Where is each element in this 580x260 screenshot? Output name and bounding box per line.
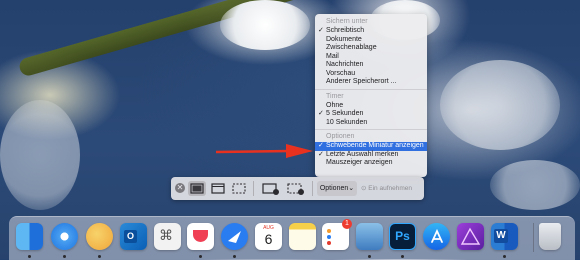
notification-badge: 1 bbox=[342, 219, 352, 229]
capture-entire-screen-button[interactable] bbox=[188, 181, 206, 196]
dock: O ⌘ AUG 6 1 Ps W bbox=[9, 216, 575, 260]
capture-selection-button[interactable] bbox=[230, 181, 248, 196]
running-indicator bbox=[368, 255, 371, 258]
record-selection-icon bbox=[287, 183, 304, 195]
menu-item-remember-selection[interactable]: ✓ Letzte Auswahl merken bbox=[315, 151, 427, 160]
menu-item-dokumente[interactable]: Dokumente bbox=[315, 36, 427, 45]
toolbar-divider bbox=[312, 181, 313, 196]
safari-icon[interactable] bbox=[51, 223, 78, 250]
wallpaper-blossom bbox=[440, 60, 560, 150]
affinity-photo-icon[interactable] bbox=[457, 223, 484, 250]
paper-plane-icon bbox=[228, 231, 241, 243]
menu-item-floating-thumbnail[interactable]: ✓ Schwebende Miniatur anzeigen bbox=[315, 142, 427, 151]
menu-divider bbox=[315, 88, 427, 90]
annotation-arrow bbox=[216, 144, 313, 158]
menu-item-timer-ohne[interactable]: Ohne bbox=[315, 102, 427, 111]
chevron-down-icon: ⌄ bbox=[348, 185, 355, 192]
toolbar-divider bbox=[253, 181, 254, 196]
checkmark-icon: ✓ bbox=[318, 110, 324, 117]
wallpaper-blossom bbox=[0, 100, 80, 210]
entire-screen-icon bbox=[190, 183, 204, 194]
outlook-icon[interactable]: O bbox=[120, 223, 147, 250]
options-button[interactable]: Optionen⌄ bbox=[317, 181, 357, 196]
word-icon[interactable]: W bbox=[491, 223, 518, 250]
reminders-icon[interactable]: 1 bbox=[322, 219, 352, 250]
trash-icon[interactable] bbox=[539, 223, 561, 250]
screenshot-toolbar: ✕ Optionen⌄ ⊙ Ein aufnehmen bbox=[171, 177, 424, 200]
running-indicator bbox=[401, 255, 404, 258]
running-indicator bbox=[199, 255, 202, 258]
checkmark-icon: ✓ bbox=[318, 27, 324, 34]
photos-app-icon[interactable] bbox=[86, 223, 113, 250]
app-store-icon[interactable] bbox=[423, 223, 450, 250]
record-screen-icon bbox=[262, 183, 279, 195]
app-store-glyph-icon bbox=[431, 228, 443, 243]
close-icon[interactable]: ✕ bbox=[175, 183, 185, 193]
photoshop-icon[interactable]: Ps bbox=[389, 223, 416, 250]
menu-item-vorschau[interactable]: Vorschau bbox=[315, 70, 427, 79]
record-icon: ⊙ bbox=[361, 185, 367, 192]
window-icon bbox=[211, 183, 225, 194]
running-indicator bbox=[63, 255, 66, 258]
record-selection-button[interactable] bbox=[285, 181, 307, 196]
menu-item-timer-5[interactable]: ✓ 5 Sekunden bbox=[315, 110, 427, 119]
wallpaper-blossom bbox=[220, 0, 310, 50]
menu-item-schreibtisch[interactable]: ✓ Schreibtisch bbox=[315, 27, 427, 36]
preview-icon[interactable] bbox=[356, 223, 383, 250]
timer-header: Timer bbox=[326, 92, 344, 100]
pocket-icon[interactable] bbox=[187, 223, 214, 250]
menu-item-show-pointer[interactable]: Mauszeiger anzeigen bbox=[315, 159, 427, 168]
dock-divider bbox=[533, 223, 534, 252]
record-entire-screen-button[interactable] bbox=[260, 181, 282, 196]
running-indicator bbox=[233, 255, 236, 258]
menu-item-mail[interactable]: Mail bbox=[315, 53, 427, 62]
options-header: Optionen bbox=[326, 133, 355, 140]
checkmark-icon: ✓ bbox=[318, 142, 324, 149]
save-to-header: Sichern unter bbox=[326, 18, 368, 25]
spark-mail-icon[interactable] bbox=[221, 223, 248, 250]
running-indicator bbox=[98, 255, 101, 258]
capture-options-menu: Sichern unter ✓ Schreibtisch Dokumente Zw… bbox=[315, 14, 427, 177]
notes-icon[interactable] bbox=[289, 223, 316, 250]
script-editor-icon[interactable]: ⌘ bbox=[154, 223, 181, 250]
running-indicator bbox=[503, 255, 506, 258]
menu-item-timer-10[interactable]: 10 Sekunden bbox=[315, 119, 427, 128]
wallpaper-blossom bbox=[490, 160, 580, 210]
photoshop-label: Ps bbox=[395, 229, 410, 243]
word-label: W bbox=[494, 229, 508, 243]
menu-item-zwischenablage[interactable]: Zwischenablage bbox=[315, 44, 427, 53]
record-button[interactable]: ⊙ Ein aufnehmen bbox=[361, 181, 419, 196]
menu-divider bbox=[315, 129, 427, 130]
menu-item-nachrichten[interactable]: Nachrichten bbox=[315, 61, 427, 70]
command-key-icon: ⌘ bbox=[159, 227, 173, 243]
capture-window-button[interactable] bbox=[209, 181, 227, 196]
calendar-day: 6 bbox=[264, 231, 273, 247]
selection-icon bbox=[232, 183, 246, 194]
finder-icon[interactable] bbox=[16, 223, 43, 250]
running-indicator bbox=[28, 255, 31, 258]
affinity-glyph-icon bbox=[460, 227, 481, 245]
calendar-icon[interactable]: AUG 6 bbox=[255, 223, 282, 250]
checkmark-icon: ✓ bbox=[318, 150, 324, 158]
menu-item-anderer-speicherort[interactable]: Anderer Speicherort ... bbox=[315, 78, 427, 87]
